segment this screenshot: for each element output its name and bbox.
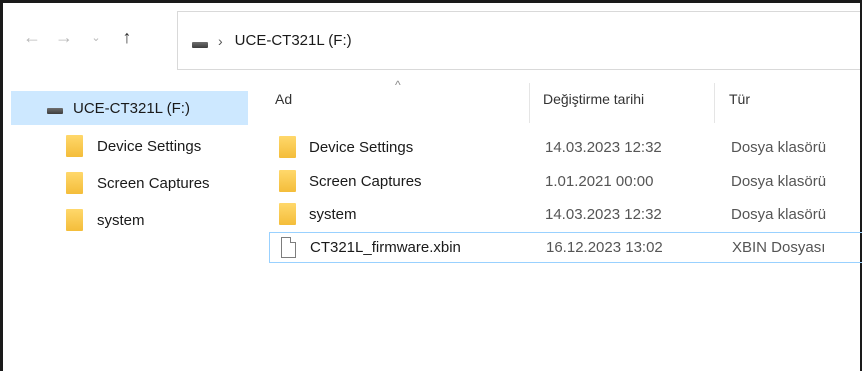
file-type: Dosya klasörü — [731, 138, 827, 156]
column-divider[interactable] — [714, 83, 715, 123]
address-bar[interactable]: › UCE-CT321L (F:) — [177, 11, 860, 70]
navigation-pane: UCE-CT321L (F:) Device Settings Screen C… — [3, 77, 251, 371]
column-header-type[interactable]: Tür — [729, 91, 750, 107]
column-header-date[interactable]: Değiştirme tarihi — [543, 91, 644, 107]
file-row-system[interactable]: system 14.03.2023 12:32 Dosya klasörü — [269, 200, 862, 228]
folder-icon — [66, 172, 83, 194]
sidebar-item-screen-captures[interactable]: Screen Captures — [3, 166, 248, 200]
navigation-bar: ← → ⌄ ↑ › UCE-CT321L (F:) — [3, 3, 860, 77]
file-list: ^ Ad Değiştirme tarihi Tür Device Settin… — [251, 77, 862, 371]
file-name: system — [309, 205, 357, 223]
file-date: 14.03.2023 12:32 — [545, 138, 662, 156]
file-type: Dosya klasörü — [731, 205, 827, 223]
file-name: Screen Captures — [309, 172, 422, 190]
back-arrow-icon[interactable]: ← — [21, 25, 43, 49]
file-icon — [281, 237, 296, 258]
sidebar-item-drive[interactable]: UCE-CT321L (F:) — [11, 91, 248, 125]
file-row-firmware[interactable]: CT321L_firmware.xbin 16.12.2023 13:02 XB… — [269, 232, 862, 263]
column-divider[interactable] — [529, 83, 530, 123]
breadcrumb-chevron-icon[interactable]: › — [218, 33, 223, 49]
folder-icon — [66, 135, 83, 157]
sidebar-item-label: system — [97, 211, 145, 229]
file-name: CT321L_firmware.xbin — [310, 239, 461, 256]
file-explorer-window: ← → ⌄ ↑ › UCE-CT321L (F:) UCE-CT321L (F:… — [0, 0, 862, 371]
up-arrow-icon[interactable]: ↑ — [116, 25, 138, 49]
sidebar-item-label: UCE-CT321L (F:) — [73, 99, 190, 117]
folder-icon — [279, 170, 296, 192]
recent-locations-chevron-icon[interactable]: ⌄ — [89, 25, 103, 49]
file-row-device-settings[interactable]: Device Settings 14.03.2023 12:32 Dosya k… — [269, 133, 862, 161]
sidebar-item-label: Device Settings — [97, 137, 202, 155]
forward-arrow-icon[interactable]: → — [53, 25, 75, 49]
drive-icon — [47, 108, 63, 114]
column-header-name[interactable]: Ad — [275, 91, 292, 107]
file-date: 14.03.2023 12:32 — [545, 205, 662, 223]
breadcrumb-drive[interactable]: UCE-CT321L (F:) — [235, 32, 352, 49]
file-row-screen-captures[interactable]: Screen Captures 1.01.2021 00:00 Dosya kl… — [269, 167, 862, 195]
file-date: 16.12.2023 13:02 — [546, 239, 663, 256]
file-date: 1.01.2021 00:00 — [545, 172, 654, 190]
file-type: Dosya klasörü — [731, 172, 827, 190]
folder-icon — [279, 136, 296, 158]
sort-ascending-icon: ^ — [395, 78, 401, 92]
file-type: XBIN Dosyası — [732, 239, 826, 256]
sidebar-item-device-settings[interactable]: Device Settings — [3, 129, 248, 163]
drive-icon — [192, 41, 208, 48]
folder-icon — [279, 203, 296, 225]
folder-icon — [66, 209, 83, 231]
sidebar-item-system[interactable]: system — [3, 203, 248, 237]
sidebar-item-label: Screen Captures — [97, 174, 210, 192]
file-name: Device Settings — [309, 138, 414, 156]
